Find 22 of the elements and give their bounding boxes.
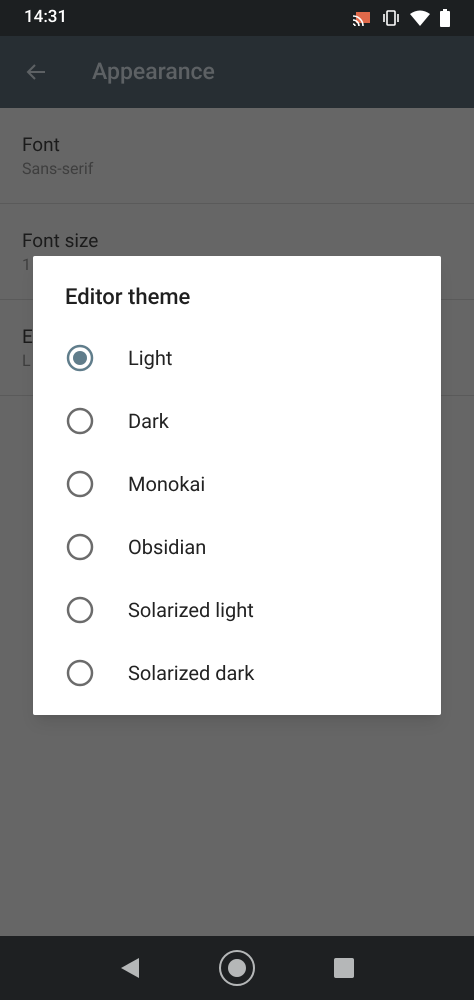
option-label: Obsidian: [128, 534, 206, 560]
theme-option[interactable]: Solarized dark: [33, 641, 441, 704]
option-label: Monokai: [128, 470, 206, 498]
option-label: Solarized dark: [128, 660, 254, 686]
theme-option[interactable]: Obsidian: [33, 515, 441, 578]
wifi-icon: [410, 10, 430, 26]
setting-title: Font: [22, 132, 60, 158]
vibrate-icon: [382, 10, 400, 26]
setting-title: Font size: [22, 228, 98, 254]
option-label: Solarized light: [128, 596, 254, 624]
theme-option[interactable]: Monokai: [33, 452, 441, 515]
status-time: 14:31: [24, 6, 68, 30]
back-triangle-icon[interactable]: [120, 957, 140, 979]
option-label: Dark: [128, 408, 169, 434]
theme-option[interactable]: Solarized light: [33, 578, 441, 641]
home-circle-icon[interactable]: [218, 949, 256, 987]
battery-icon: [440, 9, 450, 27]
option-label: Light: [128, 344, 172, 372]
cast-icon: [352, 10, 372, 26]
theme-option[interactable]: Light: [33, 326, 441, 389]
theme-option[interactable]: Dark: [33, 389, 441, 452]
setting-title: E: [22, 324, 33, 350]
